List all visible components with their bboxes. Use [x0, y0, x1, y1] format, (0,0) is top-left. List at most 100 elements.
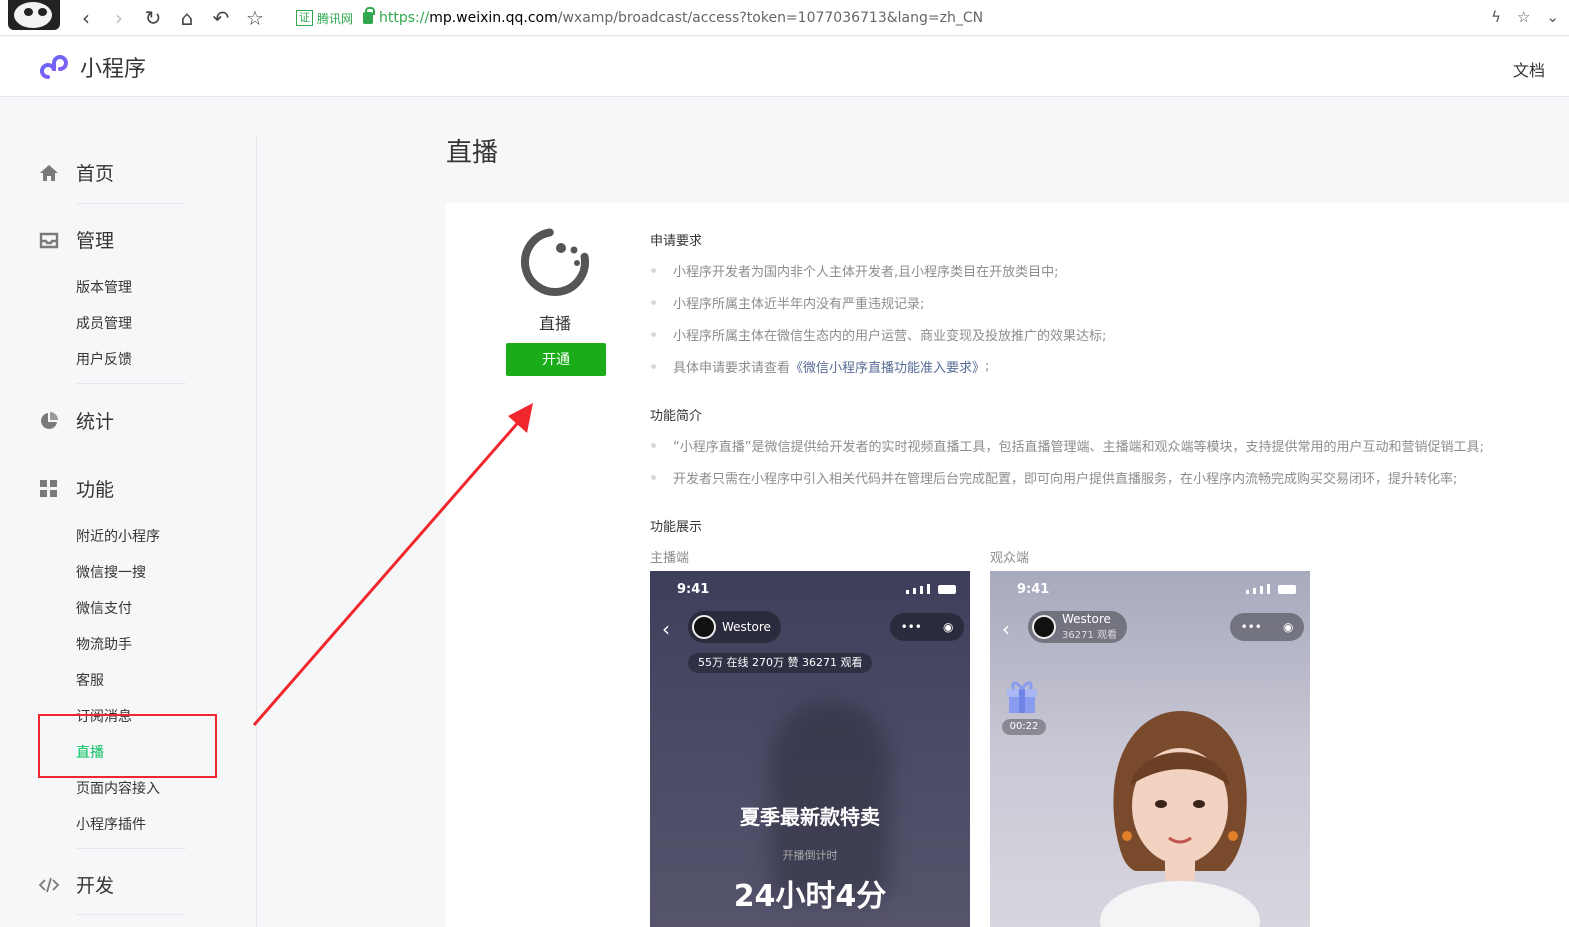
open-button[interactable]: 开通 [506, 343, 606, 376]
sidebar-item-label: 开发 [76, 875, 115, 897]
url-scheme: https:// [379, 10, 430, 26]
anchor-name: Westore [722, 619, 771, 634]
sidebar-item-nearby[interactable]: 附近的小程序 [76, 526, 160, 546]
anchor-avatar [1032, 615, 1056, 639]
sidebar-item-plugins[interactable]: 小程序插件 [76, 814, 146, 834]
anchor-pill: Westore 36271 观看 [1028, 611, 1127, 643]
anchor-avatar [692, 615, 716, 639]
countdown-label: 开播倒计时 [782, 849, 838, 862]
viewer-label: 观众端 [990, 551, 1030, 566]
anchor-pill: Westore [688, 611, 781, 643]
url-host: mp.weixin.qq.com [429, 10, 558, 26]
capsule-menu: ••• ◉ [1230, 613, 1304, 641]
address-bar[interactable]: 证 腾讯网 https:// mp.weixin.qq.com /wxamp/b… [296, 7, 983, 29]
sidebar-divider [76, 848, 186, 849]
status-time: 9:41 [1017, 582, 1050, 597]
sidebar-item-manage[interactable]: 管理 [38, 226, 114, 253]
sidebar-item-version[interactable]: 版本管理 [76, 277, 132, 297]
list-item: “小程序直播”是微信提供给开发者的实时视频直播工具，包括直播管理端、主播端和观众… [651, 436, 1484, 455]
host-portrait-image [1100, 711, 1260, 927]
sidebar-divider [76, 914, 186, 915]
sidebar-item-logistics[interactable]: 物流助手 [76, 634, 132, 654]
status-time: 9:41 [677, 582, 710, 597]
sidebar-item-stats[interactable]: 统计 [38, 407, 114, 434]
back-icon: ‹ [662, 617, 670, 641]
lock-icon [363, 7, 376, 24]
back-icon: ‹ [1002, 617, 1010, 641]
more-icon: ••• [900, 620, 922, 634]
sidebar-item-search[interactable]: 微信搜一搜 [76, 562, 146, 582]
sidebar-item-label: 功能 [76, 479, 115, 501]
countdown-value: 24小时4分 [733, 879, 887, 914]
view-count: 36271 观看 [1062, 630, 1117, 641]
annotation-highlight-box [38, 714, 217, 778]
lightning-icon[interactable]: ϟ [1491, 8, 1501, 26]
service-name: 直播 [539, 314, 572, 333]
grid-icon [40, 479, 57, 497]
sidebar-item-develop[interactable]: 开发 [38, 871, 114, 898]
code-icon [38, 877, 60, 892]
close-circle-icon: ◉ [1282, 620, 1294, 634]
home-icon[interactable]: ⌂ [175, 6, 199, 30]
sidebar-item-page-content[interactable]: 页面内容接入 [76, 778, 160, 798]
cert-badge: 证 [296, 10, 313, 26]
gift-timer: 00:22 [1002, 719, 1046, 735]
status-icons [1246, 584, 1296, 594]
status-icons [906, 584, 956, 594]
list-item: 小程序开发者为国内非个人主体开发者,且小程序类目在开放类目中; [651, 261, 1059, 280]
intro-title: 功能简介 [650, 409, 703, 424]
viewer-screenshot: 9:41 ‹ Westore 36271 观看 ••• ◉ 00:22 [990, 571, 1310, 927]
capsule-menu: ••• ◉ [890, 613, 964, 641]
url-path: /wxamp/broadcast/access?token=1077036713… [557, 10, 984, 26]
reload-icon[interactable]: ↻ [141, 6, 165, 30]
docs-link[interactable]: 文档 [1513, 57, 1545, 81]
bookmark-star-icon[interactable]: ☆ [243, 6, 267, 30]
battery-icon [938, 585, 956, 594]
host-label: 主播端 [650, 551, 690, 566]
list-item: 具体申请要求请查看 《微信小程序直播功能准入要求》; [651, 357, 989, 376]
sidebar-item-feedback[interactable]: 用户反馈 [76, 349, 132, 369]
gift-icon [1007, 681, 1037, 713]
sidebar-item-members[interactable]: 成员管理 [76, 313, 132, 333]
home-icon [40, 164, 58, 181]
page-title: 直播 [446, 138, 499, 168]
sidebar-divider [76, 203, 186, 204]
brand-title: 小程序 [80, 57, 147, 82]
live-broadcast-icon [521, 228, 589, 296]
undo-icon[interactable]: ↶ [209, 6, 233, 30]
sidebar-item-label: 统计 [76, 411, 115, 433]
sidebar-item-home[interactable]: 首页 [38, 159, 114, 186]
sidebar-item-label: 首页 [76, 163, 115, 185]
requirements-title: 申请要求 [650, 234, 703, 249]
anchor-name: Westore [1062, 612, 1111, 626]
cert-label: 腾讯网 [317, 11, 354, 26]
list-item: 小程序所属主体在微信生态内的用户运营、商业变现及投放推广的效果达标; [651, 325, 1106, 344]
favorite-star-icon[interactable]: ☆ [1517, 8, 1530, 26]
forward-icon[interactable]: › [107, 6, 131, 30]
sidebar-item-features[interactable]: 功能 [38, 475, 114, 502]
browser-toolbar: ‹ › ↻ ⌂ ↶ ☆ 证 腾讯网 https:// mp.weixin.qq.… [0, 0, 1569, 36]
showcase-title: 功能展示 [650, 520, 703, 535]
sidebar-divider [76, 383, 186, 384]
list-item: 小程序所属主体近半年内没有严重违规记录; [651, 293, 924, 312]
pie-chart-icon [41, 411, 58, 429]
more-icon: ••• [1240, 620, 1262, 634]
back-icon[interactable]: ‹ [74, 6, 98, 30]
live-stats: 55万 在线 270万 赞 36271 观看 [688, 653, 873, 673]
miniprogram-logo-icon [40, 55, 68, 79]
sidebar-item-pay[interactable]: 微信支付 [76, 598, 132, 618]
promo-title: 夏季最新款特卖 [740, 805, 880, 829]
profile-avatar[interactable] [8, 0, 60, 30]
sidebar-item-label: 管理 [76, 230, 115, 252]
sidebar-item-service[interactable]: 客服 [76, 670, 104, 690]
close-circle-icon: ◉ [942, 620, 954, 634]
list-item-text: 具体申请要求请查看 [673, 361, 791, 376]
list-item: 开发者只需在小程序中引入相关代码并在管理后台完成配置，即可向用户提供直播服务，在… [651, 468, 1457, 487]
chevron-down-icon[interactable]: ⌄ [1546, 8, 1559, 26]
battery-icon [1278, 585, 1296, 594]
host-screenshot: 9:41 ‹ Westore ••• ◉ 55万 在线 270万 赞 36271 … [650, 571, 970, 927]
inbox-icon [39, 232, 59, 248]
site-header: 小程序 文档 [0, 37, 1569, 97]
list-item-text: ; [985, 359, 990, 374]
requirements-link[interactable]: 《微信小程序直播功能准入要求》 [790, 357, 985, 376]
